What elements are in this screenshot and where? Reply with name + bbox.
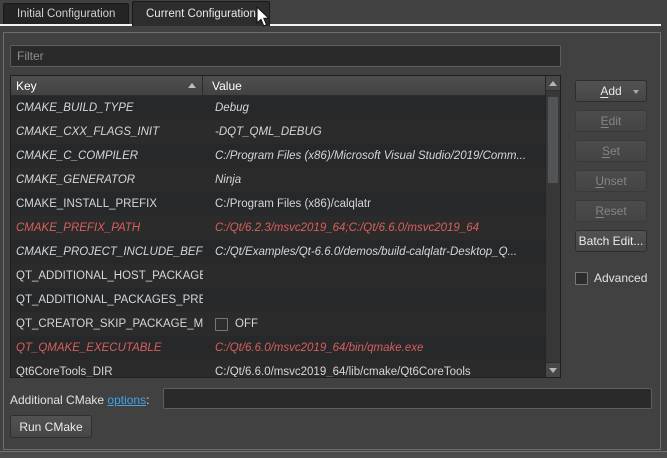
variable-value-cell: C:/Qt/Examples/Qt-6.6.0/demos/build-calq…	[203, 246, 545, 258]
scroll-up-button[interactable]	[546, 76, 560, 91]
table-row[interactable]: QT_QMAKE_EXECUTABLE C:/Qt/6.6.0/msvc2019…	[11, 336, 545, 360]
tabbar-baseline	[243, 24, 661, 26]
advanced-checkbox[interactable]: Advanced	[575, 271, 647, 285]
tabbar-baseline	[0, 24, 132, 26]
options-link[interactable]: options	[107, 393, 146, 407]
variable-value: -DQT_QML_DEBUG	[215, 126, 322, 138]
variable-key: CMAKE_PROJECT_INCLUDE_BEFORE	[11, 246, 203, 258]
vertical-scrollbar[interactable]	[545, 76, 560, 377]
table-row[interactable]: CMAKE_GENERATOR Ninja	[11, 168, 545, 192]
variable-value-cell: C:/Program Files (x86)/Microsoft Visual …	[203, 150, 545, 162]
variable-value: Ninja	[215, 174, 241, 186]
variable-key: CMAKE_CXX_FLAGS_INIT	[11, 126, 203, 138]
tab-current-configuration[interactable]: Current Configuration	[132, 1, 270, 26]
variable-value-cell: C:/Qt/6.2.3/msvc2019_64;C:/Qt/6.6.0/msvc…	[203, 222, 545, 234]
button-label: Edit	[601, 114, 622, 128]
batch-edit-button[interactable]: Batch Edit...	[575, 230, 647, 252]
additional-cmake-options-input[interactable]	[163, 388, 652, 409]
variable-key: QT_CREATOR_SKIP_PACKAGE_MAN...	[11, 318, 203, 330]
variable-key: CMAKE_BUILD_TYPE	[11, 102, 203, 114]
scrollbar-thumb[interactable]	[547, 96, 559, 184]
scroll-down-button[interactable]	[546, 362, 560, 377]
column-label: Key	[16, 79, 37, 93]
run-cmake-button[interactable]: Run CMake	[10, 415, 92, 438]
tab-label: Current Configuration	[146, 8, 256, 20]
button-label: Batch Edit...	[579, 234, 644, 248]
checkbox-box[interactable]	[575, 272, 588, 285]
column-header-key[interactable]: Key	[11, 76, 203, 95]
table-body: CMAKE_BUILD_TYPE Debug CMAKE_CXX_FLAGS_I…	[11, 96, 545, 377]
cmake-variables-table: Key Value CMAKE_BUILD_TYPE Debug CMAKE_C…	[10, 75, 561, 378]
table-row[interactable]: CMAKE_INSTALL_PREFIX C:/Program Files (x…	[11, 192, 545, 216]
variable-value: C:/Qt/6.6.0/msvc2019_64/lib/cmake/Qt6Cor…	[215, 366, 471, 377]
unset-button: Unset	[575, 170, 647, 192]
add-button[interactable]: Add	[575, 80, 647, 102]
variable-key: CMAKE_INSTALL_PREFIX	[11, 198, 203, 210]
sort-ascending-icon	[188, 83, 196, 88]
variable-value-cell: Ninja	[203, 174, 545, 186]
cmake-configuration-panel: Initial Configuration Current Configurat…	[0, 0, 667, 458]
bottom-strip	[0, 451, 667, 458]
arrow-down-icon	[549, 368, 557, 373]
value-checkbox[interactable]	[215, 318, 228, 331]
variable-key: QT_QMAKE_EXECUTABLE	[11, 342, 203, 354]
additional-cmake-options-label: Additional CMake options:	[10, 393, 149, 407]
variable-value: C:/Program Files (x86)/Microsoft Visual …	[215, 150, 526, 162]
variable-key: CMAKE_PREFIX_PATH	[11, 222, 203, 234]
table-row[interactable]: CMAKE_C_COMPILER C:/Program Files (x86)/…	[11, 144, 545, 168]
table-row[interactable]: QT_ADDITIONAL_PACKAGES_PREFI...	[11, 288, 545, 312]
column-header-value[interactable]: Value	[203, 76, 545, 95]
button-label: Run CMake	[19, 420, 82, 434]
table-header: Key Value	[11, 76, 545, 96]
variable-value: C:/Qt/6.6.0/msvc2019_64/bin/qmake.exe	[215, 342, 423, 354]
variable-key: Qt6CoreTools_DIR	[11, 366, 203, 377]
variable-value-cell: -DQT_QML_DEBUG	[203, 126, 545, 138]
reset-button: Reset	[575, 200, 647, 222]
column-label: Value	[212, 79, 242, 93]
tab-initial-configuration[interactable]: Initial Configuration	[3, 3, 129, 24]
variable-value-cell: C:/Program Files (x86)/calqlatr	[203, 198, 545, 210]
table-row[interactable]: CMAKE_PROJECT_INCLUDE_BEFORE C:/Qt/Examp…	[11, 240, 545, 264]
table-row[interactable]: CMAKE_CXX_FLAGS_INIT -DQT_QML_DEBUG	[11, 120, 545, 144]
tab-bar: Initial Configuration Current Configurat…	[0, 0, 667, 26]
variable-value: Debug	[215, 102, 249, 114]
arrow-up-icon	[549, 81, 557, 86]
variable-value-cell: OFF	[203, 318, 545, 331]
variable-key: CMAKE_GENERATOR	[11, 174, 203, 186]
button-label: Reset	[595, 204, 626, 218]
variable-value: C:/Program Files (x86)/calqlatr	[215, 198, 371, 210]
table-row[interactable]: QT_CREATOR_SKIP_PACKAGE_MAN... OFF	[11, 312, 545, 336]
variable-value: C:/Qt/6.2.3/msvc2019_64;C:/Qt/6.6.0/msvc…	[215, 222, 479, 234]
variable-value: OFF	[235, 318, 258, 330]
variable-value-cell: Debug	[203, 102, 545, 114]
dropdown-caret-icon	[633, 90, 639, 94]
variable-value-cell: C:/Qt/6.6.0/msvc2019_64/bin/qmake.exe	[203, 342, 545, 354]
set-button: Set	[575, 140, 647, 162]
button-label: Unset	[595, 174, 626, 188]
button-label: Set	[602, 144, 620, 158]
variable-value-cell: C:/Qt/6.6.0/msvc2019_64/lib/cmake/Qt6Cor…	[203, 366, 545, 377]
filter-input[interactable]	[10, 45, 561, 67]
variable-key: QT_ADDITIONAL_HOST_PACKAGES...	[11, 270, 203, 282]
table-row[interactable]: CMAKE_PREFIX_PATH C:/Qt/6.2.3/msvc2019_6…	[11, 216, 545, 240]
table-row[interactable]: QT_ADDITIONAL_HOST_PACKAGES...	[11, 264, 545, 288]
variable-key: CMAKE_C_COMPILER	[11, 150, 203, 162]
edit-button: Edit	[575, 110, 647, 132]
variable-value: C:/Qt/Examples/Qt-6.6.0/demos/build-calq…	[215, 246, 517, 258]
mouse-cursor-icon	[256, 6, 271, 28]
button-label: Add	[600, 84, 621, 98]
table-row[interactable]: Qt6CoreTools_DIR C:/Qt/6.6.0/msvc2019_64…	[11, 360, 545, 377]
tab-label: Initial Configuration	[17, 8, 115, 20]
variable-key: QT_ADDITIONAL_PACKAGES_PREFI...	[11, 294, 203, 306]
advanced-label: Advanced	[594, 271, 647, 285]
table-row[interactable]: CMAKE_BUILD_TYPE Debug	[11, 96, 545, 120]
